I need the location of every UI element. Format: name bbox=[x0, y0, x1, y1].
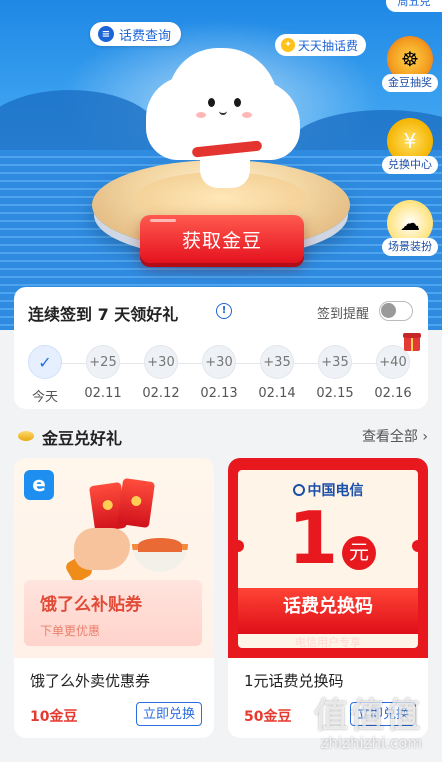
bill-query-button[interactable]: ≡ 话费查询 bbox=[90, 22, 182, 46]
product-image: 中国电信 1 元 话费兑换码 电信用户专享 bbox=[228, 458, 428, 658]
mascot-legs bbox=[200, 152, 250, 188]
side-entry-scene-decor[interactable]: ☁ 场景装扮 bbox=[382, 200, 438, 256]
voucher-unit: 元 bbox=[342, 536, 376, 570]
day-reward: +30 bbox=[202, 345, 236, 379]
day-reward: +35 bbox=[260, 345, 294, 379]
voucher-title: 话费兑换码 bbox=[283, 596, 373, 617]
eleme-logo-icon: e bbox=[24, 470, 54, 500]
product-card-eleme[interactable]: e 饿了么补贴券 下单更优惠 饿了么外卖优惠券 10金豆 立即兑换 bbox=[14, 458, 214, 738]
info-icon[interactable]: ! bbox=[216, 303, 232, 319]
hero-banner: 周五兑 ≡ 话费查询 ✦ 天天抽话费 ☸ 金豆抽奖 ¥ 兑换中心 ☁ 场景装扮 … bbox=[0, 0, 442, 330]
gold-bean-icon bbox=[18, 431, 34, 441]
red-envelope-icon bbox=[116, 477, 156, 529]
signin-day[interactable]: +30 02.13 bbox=[195, 345, 243, 401]
signin-title: 连续签到 7 天领好礼 bbox=[28, 305, 179, 324]
signin-day[interactable]: ✓ 今天 bbox=[21, 345, 69, 405]
get-beans-button[interactable]: 获取金豆 bbox=[140, 215, 304, 263]
section-header: 金豆兑好礼 查看全部 › bbox=[14, 424, 428, 448]
hand-icon bbox=[74, 528, 130, 570]
day-date: 02.14 bbox=[258, 386, 296, 401]
redeem-button[interactable]: 立即兑换 bbox=[349, 702, 416, 726]
mascot-eye-left bbox=[208, 98, 215, 107]
voucher-subtitle: 电信用户专享 bbox=[295, 636, 361, 649]
mascot-body bbox=[168, 48, 278, 148]
coupon-banner: 饿了么补贴券 下单更优惠 bbox=[24, 580, 202, 646]
signin-day[interactable]: +35 02.14 bbox=[253, 345, 301, 401]
side-entry-lottery[interactable]: ☸ 金豆抽奖 bbox=[382, 36, 438, 92]
product-price: 10金豆 bbox=[30, 709, 78, 725]
side-entry-label: 金豆抽奖 bbox=[382, 74, 438, 92]
side-entry-exchange-center[interactable]: ¥ 兑换中心 bbox=[382, 118, 438, 174]
side-entry-label: 兑换中心 bbox=[382, 156, 438, 174]
product-name: 饿了么外卖优惠券 bbox=[30, 672, 151, 690]
signin-remind-toggle[interactable] bbox=[379, 301, 413, 321]
button-shine bbox=[150, 219, 176, 222]
mascot-blush-right bbox=[242, 112, 252, 118]
mascot-eye-right bbox=[234, 98, 241, 107]
cloud-mascot bbox=[148, 48, 298, 188]
day-date: 02.11 bbox=[84, 386, 122, 401]
day-reward: +25 bbox=[86, 345, 120, 379]
telecom-logo-icon bbox=[292, 484, 305, 496]
redeem-button[interactable]: 立即兑换 bbox=[135, 702, 202, 726]
voucher-amount: 1 bbox=[288, 496, 339, 580]
coupon-title: 饿了么补贴券 bbox=[40, 595, 142, 615]
day-date: 02.15 bbox=[316, 386, 354, 401]
day-reward: +35 bbox=[318, 345, 352, 379]
signin-day[interactable]: +30 02.12 bbox=[137, 345, 185, 401]
product-image: e 饿了么补贴券 下单更优惠 bbox=[14, 458, 214, 658]
product-name: 1元话费兑换码 bbox=[244, 672, 344, 690]
daily-draw-label: 天天抽话费 bbox=[298, 38, 359, 53]
day-date: 02.12 bbox=[142, 386, 180, 401]
coin-stack-icon: ≡ bbox=[98, 26, 114, 42]
food-bowl-icon bbox=[132, 538, 188, 572]
bill-query-label: 话费查询 bbox=[119, 28, 172, 44]
day-date: 02.16 bbox=[374, 386, 412, 401]
day-date: 今天 bbox=[31, 390, 58, 405]
signin-day[interactable]: +25 02.11 bbox=[79, 345, 127, 401]
voucher-banner: 话费兑换码 bbox=[238, 588, 418, 634]
toggle-knob bbox=[381, 303, 396, 318]
day-reward: +30 bbox=[144, 345, 178, 379]
check-icon: ✓ bbox=[28, 345, 62, 379]
section-title: 金豆兑好礼 bbox=[42, 429, 123, 448]
side-entry-label: 场景装扮 bbox=[382, 238, 438, 256]
top-tab[interactable]: 周五兑 bbox=[386, 0, 442, 12]
product-card-telecom[interactable]: 中国电信 1 元 话费兑换码 电信用户专享 1元话费兑换码 50金豆 立即兑换 bbox=[228, 458, 428, 738]
signin-remind-label: 签到提醒 bbox=[317, 307, 370, 322]
get-beans-label: 获取金豆 bbox=[181, 229, 262, 252]
signin-day[interactable]: +35 02.15 bbox=[311, 345, 359, 401]
view-all-link[interactable]: 查看全部 › bbox=[362, 426, 428, 446]
product-price: 50金豆 bbox=[244, 709, 292, 725]
coupon-subtitle: 下单更优惠 bbox=[40, 624, 101, 638]
gift-icon bbox=[403, 333, 421, 351]
signin-day[interactable]: +40 02.16 bbox=[369, 345, 417, 401]
mascot-blush-left bbox=[196, 112, 206, 118]
day-date: 02.13 bbox=[200, 386, 238, 401]
signin-card: 连续签到 7 天领好礼 ! 签到提醒 ✓ 今天 +25 02.11 +30 02… bbox=[14, 287, 428, 409]
